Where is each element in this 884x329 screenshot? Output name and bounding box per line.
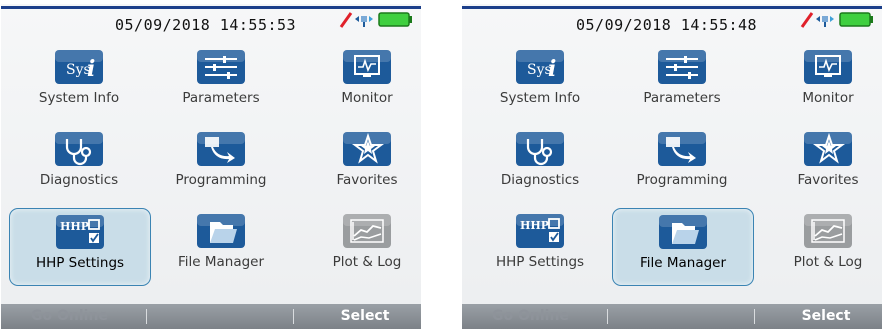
- menu-tile-programming[interactable]: Programming: [151, 126, 291, 202]
- handheld-screen-left: 05/09/2018 14:55:53 Sys i System Info Para: [1, 4, 421, 329]
- menu-tile-favorites[interactable]: Favorites: [758, 126, 882, 202]
- softkey-bar: Go Online Select: [462, 304, 882, 329]
- status-bar: 05/09/2018 14:55:53: [1, 4, 421, 40]
- file-manager-icon: [193, 212, 249, 250]
- menu-tile-parameters[interactable]: Parameters: [612, 44, 752, 120]
- top-border: [462, 6, 882, 9]
- softkey-divider: [607, 309, 608, 324]
- monitor-icon: [800, 48, 856, 86]
- programming-icon: [654, 130, 710, 168]
- softkey-divider: [754, 309, 755, 324]
- top-border: [1, 6, 421, 9]
- softkey-bar: Go Online Select: [1, 304, 421, 329]
- offline-indicator-icon: [339, 12, 353, 28]
- menu-tile-programming[interactable]: Programming: [612, 126, 752, 202]
- menu-tile-plot-log[interactable]: Plot & Log: [297, 208, 421, 284]
- offline-indicator-icon: [800, 12, 814, 28]
- menu-tile-file-manager[interactable]: File Manager: [612, 208, 754, 286]
- menu-tile-hhp-settings[interactable]: HHP HHP Settings: [470, 208, 610, 284]
- menu-tile-label: File Manager: [639, 255, 727, 271]
- menu-tile-diagnostics[interactable]: Diagnostics: [470, 126, 610, 202]
- menu-tile-label: Favorites: [797, 172, 859, 188]
- svg-text:HHP: HHP: [60, 220, 89, 233]
- parameters-icon: [193, 48, 249, 86]
- menu-tile-system-info[interactable]: Sys i System Info: [470, 44, 610, 120]
- datetime: 05/09/2018 14:55:48: [576, 16, 758, 34]
- softkey-divider: [293, 309, 294, 324]
- favorites-icon: [339, 130, 395, 168]
- menu-tile-label: Favorites: [336, 172, 398, 188]
- menu-tile-label: File Manager: [177, 254, 265, 270]
- menu-tile-monitor[interactable]: Monitor: [297, 44, 421, 120]
- menu-tile-label: System Info: [499, 90, 581, 106]
- status-icons: [800, 10, 878, 30]
- menu-tile-diagnostics[interactable]: Diagnostics: [9, 126, 149, 202]
- menu-tile-system-info[interactable]: Sys i System Info: [9, 44, 149, 120]
- svg-text:i: i: [87, 56, 95, 82]
- menu-tile-parameters[interactable]: Parameters: [151, 44, 291, 120]
- hhp-settings-icon: HHP: [512, 212, 568, 250]
- menu-tile-label: Programming: [175, 172, 267, 188]
- softkey-divider: [146, 309, 147, 324]
- diagnostics-icon: [512, 130, 568, 168]
- programming-icon: [193, 130, 249, 168]
- menu-tile-label: Plot & Log: [332, 254, 402, 270]
- menu-tile-file-manager[interactable]: File Manager: [151, 208, 291, 284]
- go-online-softkey[interactable]: Go Online: [31, 308, 108, 324]
- handheld-screen-right: 05/09/2018 14:55:48 Sys i System Info Para: [462, 4, 882, 329]
- svg-text:HHP: HHP: [520, 219, 549, 232]
- system-info-icon: Sys i: [512, 48, 568, 86]
- menu-tile-label: Programming: [636, 172, 728, 188]
- select-softkey[interactable]: Select: [778, 308, 874, 324]
- system-info-icon: Sys i: [51, 48, 107, 86]
- monitor-icon: [339, 48, 395, 86]
- menu-tile-label: Plot & Log: [793, 254, 863, 270]
- select-softkey[interactable]: Select: [317, 308, 413, 324]
- menu-tile-label: Parameters: [182, 90, 260, 106]
- battery-icon: [839, 12, 873, 27]
- file-manager-icon: [655, 213, 711, 251]
- svg-text:i: i: [548, 56, 556, 82]
- parameters-icon: [654, 48, 710, 86]
- menu-tile-label: Monitor: [341, 90, 393, 106]
- menu-tile-monitor[interactable]: Monitor: [758, 44, 882, 120]
- status-bar: 05/09/2018 14:55:48: [462, 4, 882, 40]
- status-icons: [339, 10, 417, 30]
- diagnostics-icon: [51, 130, 107, 168]
- connection-icon: [355, 16, 373, 27]
- menu-tile-hhp-settings[interactable]: HHP HHP Settings: [9, 208, 151, 286]
- menu-tile-label: Diagnostics: [39, 172, 119, 188]
- hhp-settings-icon: HHP: [52, 213, 108, 251]
- menu-tile-label: Parameters: [643, 90, 721, 106]
- menu-tile-label: HHP Settings: [495, 254, 585, 270]
- plot-log-icon: [800, 212, 856, 250]
- menu-tile-label: System Info: [38, 90, 120, 106]
- battery-icon: [378, 12, 412, 27]
- plot-log-icon: [339, 212, 395, 250]
- menu-tile-plot-log[interactable]: Plot & Log: [758, 208, 882, 284]
- menu-tile-label: Monitor: [802, 90, 854, 106]
- go-online-softkey[interactable]: Go Online: [492, 308, 569, 324]
- menu-tile-label: Diagnostics: [500, 172, 580, 188]
- connection-icon: [816, 16, 834, 27]
- datetime: 05/09/2018 14:55:53: [115, 16, 297, 34]
- menu-tile-favorites[interactable]: Favorites: [297, 126, 421, 202]
- menu-tile-label: HHP Settings: [35, 255, 125, 271]
- favorites-icon: [800, 130, 856, 168]
